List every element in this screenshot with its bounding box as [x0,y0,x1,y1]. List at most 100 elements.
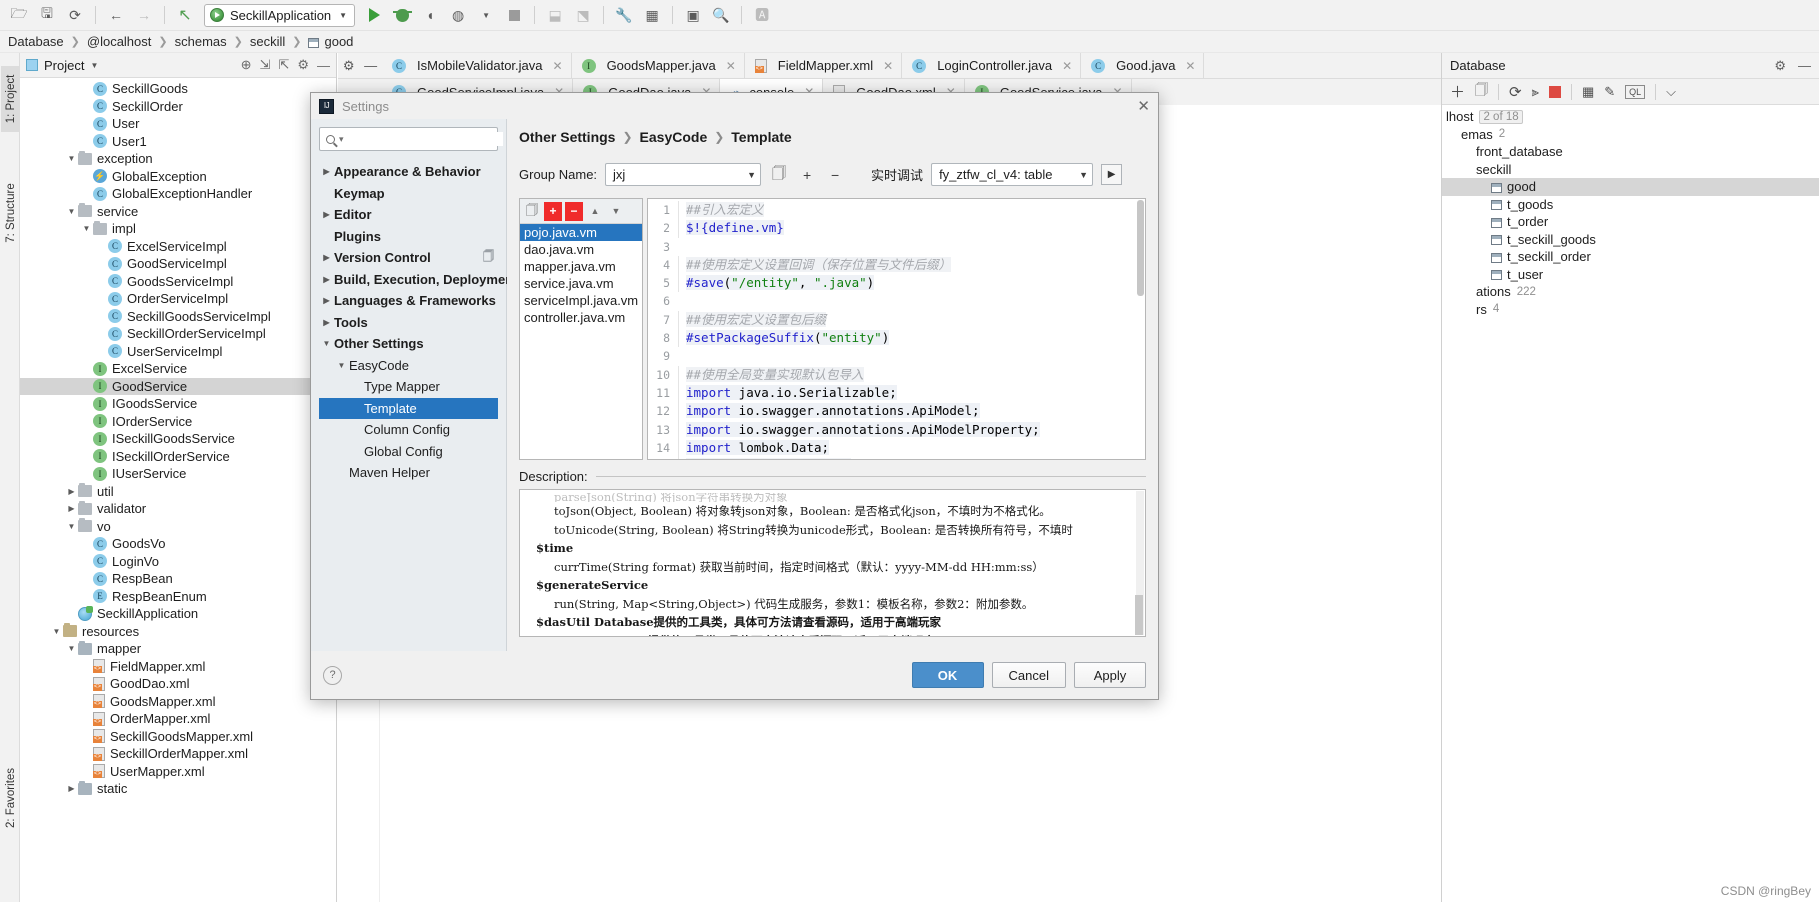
remove-group-button[interactable]: − [825,165,845,185]
open-folder-icon[interactable]: 🗁 [6,3,32,27]
settings-nav-item[interactable]: ▶ Version Control 🗍 [319,247,498,269]
locate-icon[interactable]: ⊕ [241,57,252,73]
chevron-down-icon[interactable]: ▼ [90,61,98,70]
database-tree-item[interactable]: t_user [1442,266,1819,284]
gear-icon[interactable]: ⚙ [297,57,309,73]
hide-icon[interactable]: — [317,58,330,73]
editor-tab[interactable]: C Good.java ✕ [1081,53,1205,78]
project-tree-item[interactable]: ▶ validator [20,500,336,518]
database-tree-item[interactable]: t_goods [1442,196,1819,214]
template-list-item[interactable]: controller.java.vm [520,309,642,326]
project-tree-item[interactable]: C GoodsVo [20,535,336,553]
project-tree-item[interactable]: C User1 [20,133,336,151]
close-icon[interactable]: ✕ [1185,59,1195,73]
project-tree-item[interactable]: C SeckillOrderServiceImpl [20,325,336,343]
project-tree-item[interactable]: ▶ static [20,780,336,798]
project-tree-item[interactable]: SeckillApplication [20,605,336,623]
expand-all-icon[interactable]: ⇲ [260,57,271,73]
sync-icon[interactable]: ⟳ [62,3,88,27]
project-tree-item[interactable]: OrderMapper.xml [20,710,336,728]
close-icon[interactable]: ✕ [1137,97,1150,115]
chevron-down-icon[interactable]: ▼ [334,361,349,370]
breadcrumb-item-seckill[interactable]: seckill [250,34,285,49]
project-tree-item[interactable]: C OrderServiceImpl [20,290,336,308]
description-scrollbar[interactable] [1135,491,1144,635]
group-name-combo[interactable]: jxj ▼ [605,163,762,186]
help-button[interactable]: ? [323,665,342,685]
project-tree-item[interactable]: C RespBean [20,570,336,588]
template-list-item[interactable]: service.java.vm [520,275,642,292]
chevron-down-icon[interactable]: ▼ [50,627,63,636]
copy-template-button[interactable]: 🗍 [523,202,541,221]
wrench-icon[interactable]: 🔧 [611,3,637,27]
settings-nav-item[interactable]: ▶ Appearance & Behavior [319,161,498,183]
sidebar-item-project[interactable]: 1: Project [1,66,21,132]
gear-icon[interactable]: ⚙ [1774,58,1786,74]
filter-icon[interactable]: ⌵ [1666,84,1676,100]
live-debug-combo[interactable]: fy_ztfw_cl_v4: table ▼ [931,163,1094,186]
sql-console-icon[interactable]: QL [1625,84,1646,99]
apply-button[interactable]: Apply [1074,662,1146,688]
description-scroll-thumb[interactable] [1135,595,1143,635]
run-with-coverage-button[interactable]: ◖ [417,3,443,27]
project-tree-item[interactable]: I GoodService [20,377,336,395]
chevron-right-icon[interactable]: ▶ [65,784,78,793]
editor-tab[interactable]: FieldMapper.xml ✕ [744,53,903,78]
hide-icon[interactable]: — [1798,58,1811,74]
project-tree-item[interactable]: I IOrderService [20,413,336,431]
chevron-down-icon[interactable]: ▼ [473,3,499,27]
project-tree-item[interactable]: ▼ impl [20,220,336,238]
settings-nav-item[interactable]: Type Mapper [319,376,498,398]
add-datasource-icon[interactable]: ＋ [1450,81,1465,102]
debug-button[interactable] [389,3,415,27]
search-icon[interactable]: 🔍 [708,3,734,27]
project-tree-item[interactable]: C GoodServiceImpl [20,255,336,273]
save-icon[interactable]: 🖫 [34,3,60,27]
refresh-icon[interactable]: ⟳ [1509,83,1522,101]
remove-template-button[interactable]: − [565,201,583,221]
settings-nav-item[interactable]: Global Config [319,441,498,463]
copy-group-button[interactable]: 🗍 [769,165,789,185]
edit-icon[interactable]: ✎ [1604,84,1615,100]
run-configuration-selector[interactable]: SeckillApplication ▼ [204,3,356,27]
template-list-item[interactable]: mapper.java.vm [520,258,642,275]
code-scrollbar[interactable] [1137,200,1144,296]
project-tree-item[interactable]: C SeckillOrder [20,98,336,116]
chevron-down-icon[interactable]: ▼ [65,154,78,163]
project-tree-item[interactable]: C GlobalExceptionHandler [20,185,336,203]
database-tree-item[interactable]: front_database [1442,143,1819,161]
project-tree-item[interactable]: ▼ exception [20,150,336,168]
move-down-button[interactable]: ▼ [607,202,625,221]
chevron-right-icon[interactable]: ▶ [319,253,334,262]
ok-button[interactable]: OK [911,662,984,688]
sidebar-item-favorites[interactable]: 2: Favorites [1,758,21,838]
settings-nav-item[interactable]: ▶ Tools [319,312,498,334]
settings-nav-item[interactable]: ▶ Languages & Frameworks [319,290,498,312]
collapse-all-icon[interactable]: ⇱ [278,57,289,73]
structure-icon[interactable]: ▦ [639,3,665,27]
database-tree-item[interactable]: t_seckill_order [1442,248,1819,266]
settings-nav-item[interactable]: Keymap [319,183,498,205]
project-tree-item[interactable]: C ExcelServiceImpl [20,238,336,256]
close-icon[interactable]: ✕ [883,59,893,73]
project-tree-item[interactable]: ▼ mapper [20,640,336,658]
chevron-right-icon[interactable]: ▶ [65,487,78,496]
settings-nav-item[interactable]: ▼ Other Settings [319,333,498,355]
cancel-button[interactable]: Cancel [991,662,1066,688]
template-code-editor[interactable]: 1 ##引入宏定义 2 $!{define.vm} 3 4 ##使用宏定义设置回调（保存位置… [647,198,1146,460]
project-tree-item[interactable]: FieldMapper.xml [20,658,336,676]
chevron-right-icon[interactable]: ▶ [319,296,334,305]
project-tree-item[interactable]: ▼ vo [20,518,336,536]
editor-tab[interactable]: C LoginController.java ✕ [902,53,1082,78]
project-tree-item[interactable]: SeckillOrderMapper.xml [20,745,336,763]
settings-nav-item[interactable]: Plugins [319,226,498,248]
database-tree-item[interactable]: t_seckill_goods [1442,231,1819,249]
template-list-item[interactable]: dao.java.vm [520,241,642,258]
chevron-right-icon[interactable]: ▶ [319,167,334,176]
copy-icon[interactable]: 🗍 [1475,81,1488,103]
run-debug-button[interactable]: ▶ [1101,164,1123,185]
project-tree-item[interactable]: I ISeckillOrderService [20,448,336,466]
breadcrumb-item-schemas[interactable]: schemas [175,34,227,49]
project-tree-item[interactable]: C GoodsServiceImpl [20,273,336,291]
close-icon[interactable]: ✕ [1062,59,1072,73]
